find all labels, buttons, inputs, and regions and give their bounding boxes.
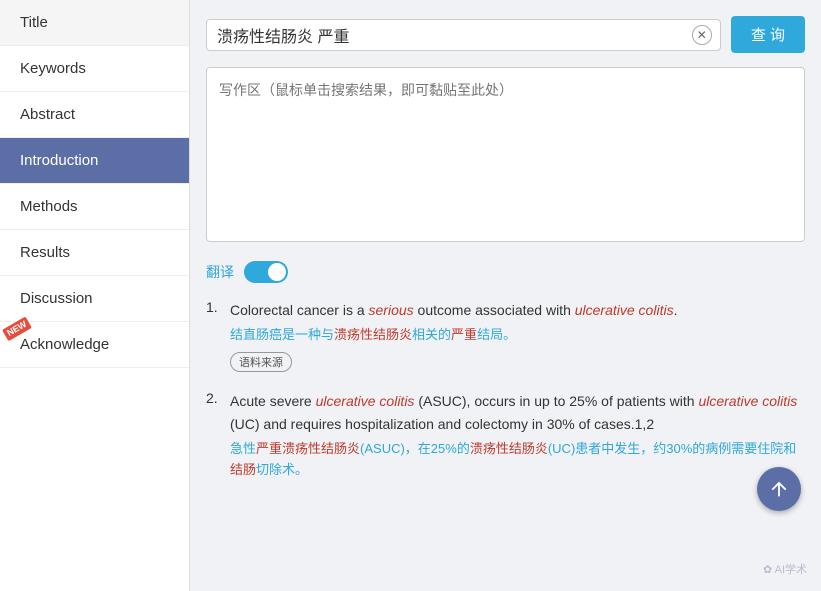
search-input[interactable] <box>217 26 688 44</box>
sidebar-item-results[interactable]: Results <box>0 230 189 276</box>
translate-row: 翻译 <box>206 261 805 283</box>
query-button[interactable]: 查 询 <box>731 16 805 53</box>
result-zh-1: 结直肠癌是一种与溃疡性结肠炎相关的严重结局。 <box>230 325 805 346</box>
keyword-uc-2a: ulcerative colitis <box>316 393 415 409</box>
zh-keyword-colon: 结肠 <box>230 462 256 477</box>
keyword-uc-1: ulcerative colitis <box>575 302 674 318</box>
search-input-wrapper: ✕ <box>206 19 721 51</box>
result-en-2: Acute severe ulcerative colitis (ASUC), … <box>230 390 805 435</box>
writing-area[interactable] <box>206 67 805 242</box>
sidebar-item-discussion[interactable]: Discussion <box>0 276 189 322</box>
sidebar-item-title[interactable]: Title <box>0 0 189 46</box>
sidebar-item-acknowledge[interactable]: Acknowledge <box>0 322 189 368</box>
zh-keyword-severe-1: 严重 <box>451 327 477 342</box>
sidebar-item-abstract[interactable]: Abstract <box>0 92 189 138</box>
zh-keyword-uc-2: 溃疡性结肠炎 <box>470 441 548 456</box>
result-number-2: 2. <box>206 390 218 406</box>
results-list: 1. Colorectal cancer is a serious outcom… <box>206 299 805 481</box>
result-item-2: 2. Acute severe ulcerative colitis (ASUC… <box>206 390 805 480</box>
sidebar: TitleKeywordsAbstractIntroductionMethods… <box>0 0 190 591</box>
sidebar-item-keywords[interactable]: Keywords <box>0 46 189 92</box>
result-en-1: Colorectal cancer is a serious outcome a… <box>230 299 805 321</box>
result-item-1: 1. Colorectal cancer is a serious outcom… <box>206 299 805 372</box>
sidebar-item-introduction[interactable]: Introduction <box>0 138 189 184</box>
zh-keyword-severe-2: 严重溃疡性结肠炎 <box>256 441 360 456</box>
translate-label: 翻译 <box>206 262 234 282</box>
main-content: ✕ 查 询 翻译 1. Colorectal cancer is a serio… <box>190 0 821 591</box>
result-number-1: 1. <box>206 299 218 315</box>
watermark: ✿ AI学术 <box>763 561 807 577</box>
scroll-top-button[interactable] <box>757 467 801 511</box>
sidebar-item-methods[interactable]: Methods <box>0 184 189 230</box>
translate-toggle[interactable] <box>244 261 288 283</box>
result-zh-2: 急性严重溃疡性结肠炎(ASUC)，在25%的溃疡性结肠炎(UC)患者中发生，约3… <box>230 439 805 481</box>
search-bar: ✕ 查 询 <box>206 16 805 53</box>
source-tag-1[interactable]: 语料来源 <box>230 352 292 372</box>
toggle-knob <box>268 263 286 281</box>
keyword-serious: serious <box>369 302 414 318</box>
zh-keyword-uc-1: 溃疡性结肠炎 <box>334 327 412 342</box>
keyword-uc-2b: ulcerative colitis <box>698 393 797 409</box>
clear-button[interactable]: ✕ <box>692 25 712 45</box>
